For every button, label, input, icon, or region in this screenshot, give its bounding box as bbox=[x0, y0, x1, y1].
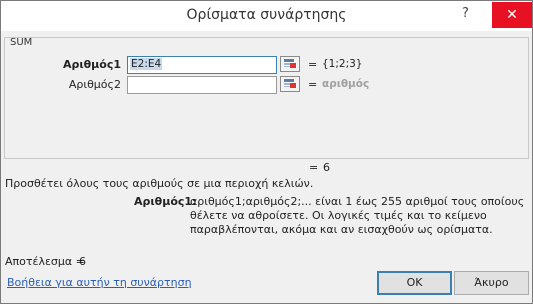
function-description: Προσθέτει όλους τους αριθμούς σε μια περ… bbox=[5, 177, 314, 190]
arg-help-text: αριθμός1;αριθμός2;... είναι 1 έως 255 αρ… bbox=[190, 195, 525, 236]
arg1-label: Αριθμός1 bbox=[62, 58, 121, 71]
function-name: SUM bbox=[10, 37, 33, 48]
formula-result-value: 6 bbox=[323, 161, 330, 174]
arg1-result: {1;2;3} bbox=[322, 58, 363, 70]
result-value: 6 bbox=[79, 255, 86, 268]
arg2-label: Αριθμός2 bbox=[68, 78, 121, 91]
arg1-value: E2:E4 bbox=[130, 58, 163, 70]
title-bar: Ορίσματα συνάρτησης ? ✕ bbox=[1, 1, 532, 31]
arg2-result: αριθμός bbox=[322, 78, 370, 90]
cancel-button[interactable]: Άκυρο bbox=[454, 271, 529, 295]
ok-button[interactable]: OK bbox=[377, 271, 452, 295]
arg1-collapse-range-icon[interactable] bbox=[280, 56, 300, 72]
arg1-equals: = bbox=[308, 58, 318, 71]
arg2-collapse-range-icon[interactable] bbox=[280, 76, 300, 92]
arg-help-label: Αριθμός1: bbox=[134, 195, 197, 208]
result-label: Αποτέλεσμα = bbox=[5, 255, 85, 268]
function-group: SUM Αριθμός1 E2:E4 = {1;2;3} Αριθμός2 = … bbox=[4, 37, 529, 159]
function-help-link[interactable]: Βοήθεια για αυτήν τη συνάρτηση bbox=[7, 276, 192, 289]
arg2-input[interactable] bbox=[127, 76, 277, 94]
help-icon[interactable]: ? bbox=[462, 6, 469, 21]
arg1-input[interactable]: E2:E4 bbox=[127, 56, 277, 74]
function-arguments-dialog: Ορίσματα συνάρτησης ? ✕ SUM Αριθμός1 E2:… bbox=[0, 0, 533, 304]
close-button[interactable]: ✕ bbox=[492, 2, 532, 28]
formula-result-equals: = bbox=[309, 161, 319, 174]
arg2-equals: = bbox=[308, 78, 318, 91]
dialog-title: Ορίσματα συνάρτησης bbox=[186, 7, 347, 23]
